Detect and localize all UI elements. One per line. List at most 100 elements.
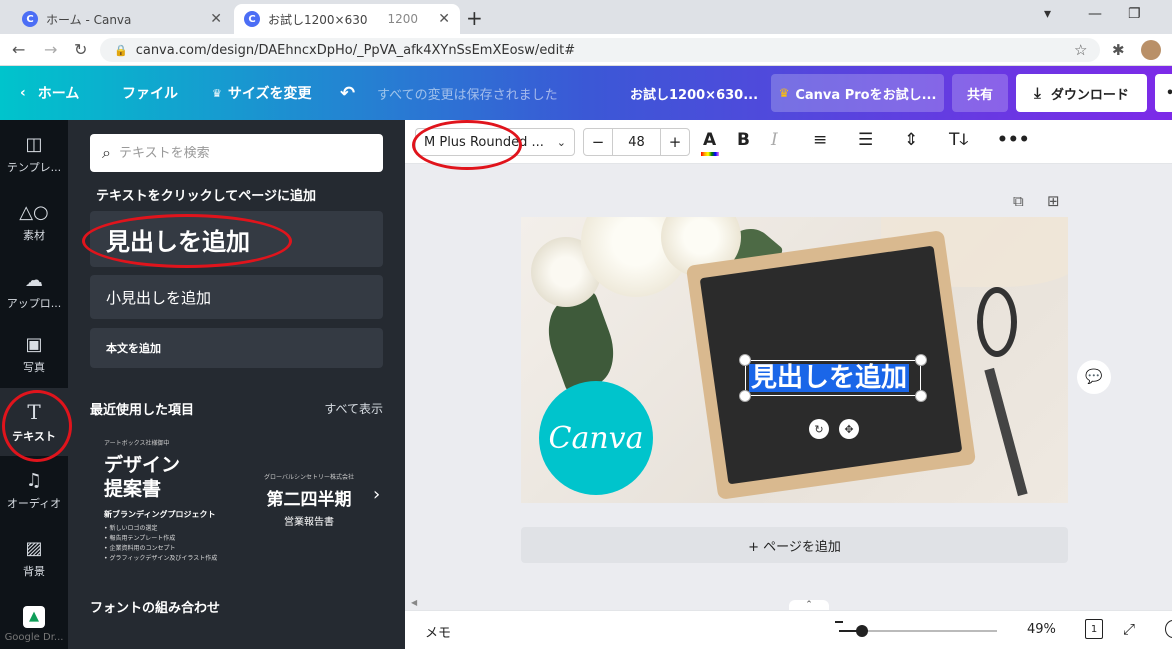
thumb-title-line2: 提案書: [104, 478, 162, 500]
rotate-icon[interactable]: ↻: [809, 419, 829, 439]
google-drive-icon: ▲: [23, 605, 45, 628]
browser-tab-home[interactable]: C ホーム - Canva ✕: [12, 4, 232, 34]
add-heading-button[interactable]: 見出しを追加: [90, 211, 383, 267]
selected-text-box[interactable]: 見出しを追加: [739, 354, 927, 402]
canva-favicon-icon: C: [244, 11, 260, 27]
back-icon[interactable]: ←: [12, 40, 25, 59]
font-family-select[interactable]: M Plus Rounded ... ⌄: [415, 128, 575, 156]
tab-search-icon[interactable]: ▾: [1044, 6, 1051, 22]
decrease-size-button[interactable]: −: [584, 133, 612, 151]
chevron-right-icon[interactable]: ›: [373, 484, 380, 505]
lock-icon: 🔒: [114, 43, 128, 57]
extensions-icon[interactable]: ✱: [1112, 41, 1125, 59]
duplicate-page-icon[interactable]: ⧉: [1013, 192, 1024, 210]
rail-item-label: Google Dr...: [4, 631, 64, 643]
close-tab-icon[interactable]: ✕: [210, 11, 222, 27]
left-nav-rail: ◫ テンプレ... △○ 素材 ☁ アップロ... ▣ 写真 T テキスト ♫ …: [0, 120, 68, 649]
notes-button[interactable]: メモ: [425, 622, 451, 641]
canva-logo[interactable]: Canva: [539, 381, 653, 495]
zoom-slider[interactable]: [839, 625, 997, 637]
browser-tab-design[interactable]: C お試し1200×630 1200 ✕: [234, 4, 460, 34]
bookmark-star-icon[interactable]: ☆: [1074, 41, 1087, 59]
add-page-icon[interactable]: ⊞: [1047, 192, 1060, 210]
zoom-out-icon[interactable]: [835, 621, 843, 623]
zoom-slider-handle[interactable]: [856, 625, 868, 637]
rail-item-background[interactable]: ▨ 背景: [0, 524, 68, 592]
leaf-decoration: [537, 289, 625, 395]
resize-button[interactable]: ♛ サイズを変更: [212, 66, 311, 120]
text-effects-icon[interactable]: Tↆ: [949, 130, 968, 150]
add-subheading-button[interactable]: 小見出しを追加: [90, 275, 383, 319]
search-icon: ⌕: [102, 143, 111, 162]
add-page-button[interactable]: + ページを追加: [521, 527, 1068, 563]
crown-icon: ♛: [778, 86, 790, 100]
increase-size-button[interactable]: +: [661, 133, 689, 151]
resize-handle[interactable]: [739, 390, 751, 402]
font-size-field[interactable]: 48: [612, 128, 661, 156]
thumb-bullets: • 新しいロゴの選定 • 報告用テンプレート作成 • 企業資料用のコンセプト •…: [104, 525, 218, 562]
forward-icon[interactable]: →: [44, 40, 57, 59]
rail-item-audio[interactable]: ♫ オーディオ: [0, 456, 68, 524]
share-button[interactable]: 共有: [952, 74, 1008, 112]
rail-item-text[interactable]: T テキスト: [0, 388, 68, 456]
upload-icon: ☁: [25, 269, 43, 291]
background-icon: ▨: [25, 537, 43, 559]
add-comment-icon[interactable]: 💬: [1077, 360, 1111, 394]
profile-avatar[interactable]: [1141, 40, 1161, 60]
resize-handle[interactable]: [739, 354, 751, 366]
text-search-input[interactable]: [118, 145, 359, 161]
text-format-toolbar: M Plus Rounded ... ⌄ − 48 + A B I ≡ ☰ ⇕ …: [405, 120, 1172, 164]
text-icon: T: [27, 400, 41, 424]
photo-icon: ▣: [25, 333, 43, 355]
selected-heading-text[interactable]: 見出しを追加: [749, 364, 910, 392]
spacing-icon[interactable]: ⇕: [904, 130, 918, 150]
restore-icon[interactable]: ❐: [1128, 6, 1141, 22]
rail-item-elements[interactable]: △○ 素材: [0, 188, 68, 256]
add-body-text-button[interactable]: 本文を追加: [90, 328, 383, 368]
recent-template-quarterly-report[interactable]: グローバルシンセトリー株式会社 第二四半期 営業報告書: [254, 472, 364, 528]
document-title[interactable]: お試し1200×630...: [630, 66, 758, 120]
text-search-box[interactable]: ⌕: [90, 134, 383, 172]
download-button[interactable]: ⤓ ダウンロード: [1016, 74, 1147, 112]
move-icon[interactable]: ✥: [839, 419, 859, 439]
rail-item-label: オーディオ: [6, 496, 62, 510]
scissors-blade: [984, 367, 1028, 497]
text-side-panel: ⌕ テキストをクリックしてページに追加 見出しを追加 小見出しを追加 本文を追加…: [68, 120, 405, 649]
rail-item-uploads[interactable]: ☁ アップロ...: [0, 256, 68, 324]
see-all-link[interactable]: すべて表示: [324, 400, 383, 417]
help-icon[interactable]: [1165, 620, 1172, 638]
try-pro-button[interactable]: ♛ Canva Proをお試し...: [771, 74, 944, 112]
home-button[interactable]: ‹ ホーム: [20, 66, 79, 120]
zoom-level[interactable]: 49%: [1027, 622, 1056, 637]
rail-item-photos[interactable]: ▣ 写真: [0, 320, 68, 388]
page-view-icon[interactable]: 1: [1085, 619, 1103, 639]
canvas-workspace: ⧉ ⊞ Canva 見出しを追加 ↻ ✥ 💬 + ページを追加 ◀ ⌃: [405, 164, 1172, 614]
text-color-icon[interactable]: A: [701, 130, 719, 156]
bold-icon[interactable]: B: [737, 130, 750, 150]
resize-handle[interactable]: [915, 390, 927, 402]
file-menu-button[interactable]: ファイル: [122, 66, 178, 120]
rail-item-templates[interactable]: ◫ テンプレ...: [0, 120, 68, 188]
new-tab-icon[interactable]: +: [466, 6, 483, 30]
home-label: ホーム: [37, 86, 80, 102]
recent-template-design-proposal[interactable]: アートボックス社様御中 デザイン 提案書 新ブランディングプロジェクト • 新し…: [104, 438, 234, 564]
resize-handle[interactable]: [915, 354, 927, 366]
list-icon[interactable]: ☰: [858, 130, 873, 150]
thumb-bullet: 企業資料用のコンセプト: [109, 545, 176, 552]
elements-icon: △○: [19, 201, 49, 223]
fullscreen-icon[interactable]: ⤢: [1123, 620, 1135, 638]
more-options-button[interactable]: •: [1155, 74, 1172, 112]
reload-icon[interactable]: ↻: [74, 40, 87, 59]
align-center-icon[interactable]: ≡: [813, 130, 827, 150]
browser-tab-bar: C ホーム - Canva ✕ C お試し1200×630 1200 ✕ + ▾…: [0, 0, 1172, 34]
design-artboard[interactable]: Canva 見出しを追加 ↻ ✥: [521, 217, 1068, 503]
scroll-left-icon[interactable]: ◀: [411, 598, 417, 607]
template-icon: ◫: [25, 133, 43, 155]
minimize-icon[interactable]: —: [1088, 6, 1102, 22]
undo-icon[interactable]: ↶: [340, 66, 355, 120]
url-field[interactable]: 🔒 canva.com/design/DAEhncxDpHo/_PpVA_afk…: [100, 38, 1100, 62]
italic-icon[interactable]: I: [771, 130, 778, 150]
close-tab-icon[interactable]: ✕: [438, 11, 450, 27]
rail-item-google-drive[interactable]: ▲ Google Dr...: [0, 590, 68, 649]
more-tools-icon[interactable]: •••: [997, 130, 1030, 150]
